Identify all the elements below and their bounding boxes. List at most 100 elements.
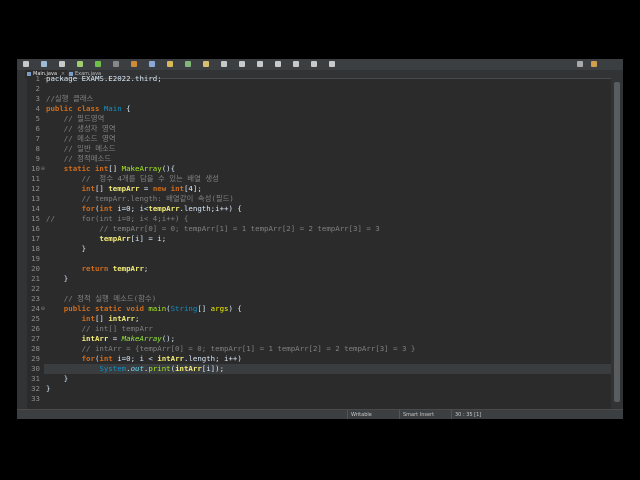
code-text: static int[] MakeArray(){ (46, 164, 176, 173)
line-number-row: 31 (27, 374, 44, 384)
code-line[interactable] (44, 284, 611, 294)
line-number: 8 (35, 144, 40, 153)
code-line[interactable]: public static void main(String[] args) { (44, 304, 611, 314)
code-text: // 필드영역 (46, 114, 105, 123)
line-number-row: 11 (27, 174, 44, 184)
search-icon[interactable] (221, 61, 227, 67)
perspective-icon[interactable] (577, 61, 583, 67)
line-number-row: 5 (27, 114, 44, 124)
last-edit-icon[interactable] (275, 61, 281, 67)
line-number: 25 (31, 314, 40, 323)
code-text: for(int i=0; i<tempArr.length;i++) { (46, 204, 242, 213)
line-number: 31 (31, 374, 40, 383)
code-line[interactable] (44, 394, 611, 404)
line-number: 10 (31, 164, 40, 173)
code-line[interactable]: //실행 클래스 (44, 94, 611, 104)
print-icon[interactable] (59, 61, 65, 67)
code-line[interactable]: // for(int i=0; i< 4;i++) { (44, 214, 611, 224)
code-line[interactable]: } (44, 374, 611, 384)
code-line[interactable]: intArr = MakeArray(); (44, 334, 611, 344)
line-number: 27 (31, 334, 40, 343)
code-text: } (46, 384, 51, 393)
line-number: 14 (31, 204, 40, 213)
vertical-scrollbar[interactable] (611, 78, 623, 409)
code-text: int[] tempArr = new int[4]; (46, 184, 202, 193)
code-line[interactable]: // 정수 4개를 담을 수 있는 배열 생성 (44, 174, 611, 184)
next-annotation-icon[interactable] (239, 61, 245, 67)
line-number-row: 25 (27, 314, 44, 324)
line-number-row: 20 (27, 264, 44, 274)
code-line[interactable]: // 일반 메소드 (44, 144, 611, 154)
code-line[interactable]: } (44, 244, 611, 254)
code-editor[interactable]: package EXAMS.E2022.third;//실행 클래스 public… (44, 74, 611, 409)
java-perspective-icon[interactable] (591, 61, 597, 67)
new-icon[interactable] (23, 61, 29, 67)
line-number-row: 12 (27, 184, 44, 194)
code-text: // 정적 실행 메소드(함수) (46, 294, 157, 303)
forward-icon[interactable] (311, 61, 317, 67)
code-text: } (46, 374, 69, 383)
line-number: 1 (35, 74, 40, 83)
new-package-icon[interactable] (167, 61, 173, 67)
open-type-icon[interactable] (203, 61, 209, 67)
line-number: 2 (35, 84, 40, 93)
line-number: 32 (31, 384, 40, 393)
code-line[interactable]: // 정적메소드 (44, 154, 611, 164)
line-number: 20 (31, 264, 40, 273)
line-number-row: 27 (27, 334, 44, 344)
code-line[interactable]: // 정적 실행 메소드(함수) (44, 294, 611, 304)
back-icon[interactable] (293, 61, 299, 67)
new-class-icon[interactable] (185, 61, 191, 67)
code-line[interactable]: int[] tempArr = new int[4]; (44, 184, 611, 194)
code-line[interactable]: tempArr[i] = i; (44, 234, 611, 244)
code-text: // 정수 4개를 담을 수 있는 배열 생성 (46, 174, 219, 183)
code-line[interactable]: for(int i=0; i<tempArr.length;i++) { (44, 204, 611, 214)
code-text: // for(int i=0; i< 4;i++) { (46, 214, 189, 223)
code-line[interactable]: // intArr = {tempArr[0] = 0; tempArr[1] … (44, 344, 611, 354)
line-number: 18 (31, 244, 40, 253)
pin-icon[interactable] (329, 61, 335, 67)
code-line[interactable]: // int[] tempArr (44, 324, 611, 334)
code-line[interactable]: // tempArr.length: 배열같이 속성(필드) (44, 194, 611, 204)
previous-annotation-icon[interactable] (257, 61, 263, 67)
scrollbar-thumb[interactable] (614, 82, 620, 402)
line-number: 6 (35, 124, 40, 133)
code-line[interactable]: // 생성자 영역 (44, 124, 611, 134)
code-line[interactable]: } (44, 384, 611, 394)
code-text: int[] intArr; (46, 314, 140, 323)
line-number: 5 (35, 114, 40, 123)
line-number: 29 (31, 354, 40, 363)
code-line[interactable]: // tempArr[0] = 0; tempArr[1] = 1 tempAr… (44, 224, 611, 234)
new-java-project-icon[interactable] (149, 61, 155, 67)
code-line[interactable]: static int[] MakeArray(){ (44, 164, 611, 174)
code-line[interactable]: return tempArr; (44, 264, 611, 274)
code-line[interactable]: // 필드영역 (44, 114, 611, 124)
code-line[interactable]: int[] intArr; (44, 314, 611, 324)
line-number-row: 6 (27, 124, 44, 134)
code-text: // tempArr[0] = 0; tempArr[1] = 1 tempAr… (46, 224, 380, 233)
line-number: 28 (31, 344, 40, 353)
cursor-position-status: 30 : 35 [1] (451, 410, 505, 419)
debug-icon[interactable] (77, 61, 83, 67)
code-line[interactable] (44, 84, 611, 94)
line-number-row: 32 (27, 384, 44, 394)
code-line[interactable]: public class Main { (44, 104, 611, 114)
line-number: 7 (35, 134, 40, 143)
code-text: System.out.print(intArr[i]); (99, 364, 225, 373)
save-icon[interactable] (41, 61, 47, 67)
code-line[interactable]: for(int i=0; i < intArr.length; i++) (44, 354, 611, 364)
code-line[interactable] (44, 254, 611, 264)
line-number: 19 (31, 254, 40, 263)
external-tools-icon[interactable] (131, 61, 137, 67)
line-number-row: 19 (27, 254, 44, 264)
line-number-row: 28 (27, 344, 44, 354)
code-text: } (46, 244, 87, 253)
code-line[interactable]: package EXAMS.E2022.third; (44, 74, 611, 84)
run-dropdown-icon[interactable] (113, 61, 119, 67)
code-line[interactable]: } (44, 274, 611, 284)
run-icon[interactable] (95, 61, 101, 67)
code-line[interactable]: System.out.print(intArr[i]); (44, 364, 611, 374)
line-number: 12 (31, 184, 40, 193)
code-line[interactable]: // 메소드 영역 (44, 134, 611, 144)
line-number-row: 22 (27, 284, 44, 294)
